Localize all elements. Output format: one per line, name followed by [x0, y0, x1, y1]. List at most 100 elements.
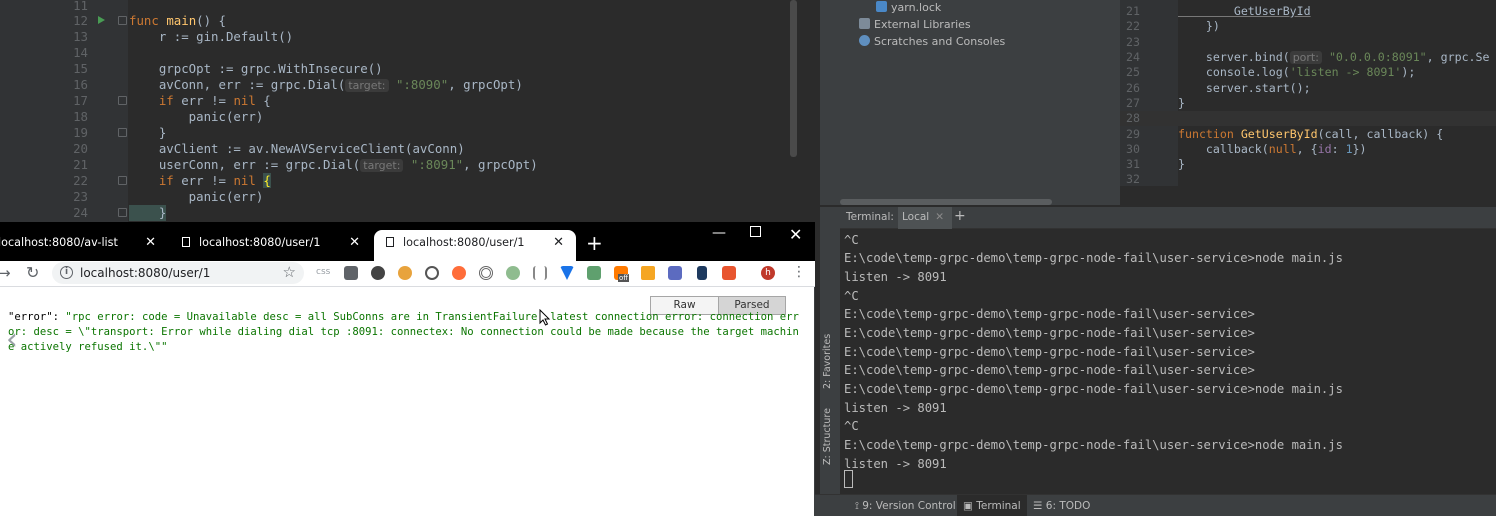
- page-icon: [386, 237, 394, 247]
- terminal-panel[interactable]: Terminal: Local ✕ + ^C E:\code\temp-grpc-…: [820, 207, 1496, 494]
- js-editor[interactable]: 21 GetUserById 22 }) 23 24 server.bind(p…: [1120, 0, 1496, 186]
- tree-item-external-libraries[interactable]: External Libraries: [859, 17, 971, 33]
- terminal-line: E:\code\temp-grpc-demo\temp-grpc-node-fa…: [844, 363, 1255, 377]
- extension-icon[interactable]: [533, 266, 547, 280]
- extension-icon[interactable]: [697, 266, 707, 280]
- fold-icon[interactable]: [118, 208, 127, 217]
- bookmark-star-icon[interactable]: ☆: [283, 263, 296, 281]
- add-terminal-icon[interactable]: +: [954, 208, 966, 224]
- code-line: 16 avConn, err := grpc.Dial(target: ":80…: [73, 77, 523, 92]
- mouse-cursor-icon: [539, 309, 551, 326]
- editor-horizontal-scroll[interactable]: [1120, 186, 1496, 205]
- close-tab-icon[interactable]: ✕: [553, 230, 564, 255]
- go-editor[interactable]: 11 12 func main() { 13 r := gin.Default()…: [0, 0, 815, 222]
- param-hint: target:: [360, 159, 404, 172]
- terminal-line: listen -> 8091: [844, 270, 947, 284]
- close-icon[interactable]: ✕: [935, 211, 944, 223]
- editor-scrollbar[interactable]: [790, 0, 797, 157]
- forward-icon[interactable]: →: [0, 264, 11, 282]
- minimize-icon[interactable]: —: [712, 225, 726, 241]
- vue-extension-icon[interactable]: [560, 266, 574, 280]
- todo-tab[interactable]: ☰ 6: TODO: [1027, 495, 1096, 516]
- terminal-line: listen -> 8091: [844, 401, 947, 415]
- structure-tool-button[interactable]: Z: Structure: [822, 408, 833, 465]
- css-extension-icon[interactable]: css: [316, 267, 330, 277]
- terminal-line: E:\code\temp-grpc-demo\temp-grpc-node-fa…: [844, 345, 1255, 359]
- browser-window[interactable]: localhost:8080/av-list ✕ localhost:8080/u…: [0, 222, 815, 516]
- code-line: 24 server.bind(port: "0.0.0.0:8091", grp…: [1126, 50, 1490, 64]
- code-line: 23: [1126, 35, 1140, 49]
- fold-icon[interactable]: [118, 96, 127, 105]
- code-line: 14: [73, 45, 88, 60]
- back-swipe-chevron-icon: ‹: [6, 322, 18, 357]
- code-line: 20 avClient := av.NewAVServiceClient(avC…: [73, 141, 465, 156]
- extension-icon[interactable]: [452, 266, 466, 280]
- reload-icon[interactable]: ↻: [26, 263, 39, 282]
- json-viewer-page: Raw Parsed "error": "rpc error: code = U…: [0, 288, 810, 516]
- extension-icon[interactable]: [587, 266, 601, 280]
- extension-icon[interactable]: [479, 266, 493, 280]
- terminal-line: listen -> 8091: [844, 457, 947, 471]
- react-extension-icon[interactable]: [425, 266, 439, 280]
- code-line: 15 grpcOpt := grpc.WithInsecure(): [73, 61, 383, 76]
- browser-tab-strip: localhost:8080/av-list ✕ localhost:8080/u…: [0, 222, 815, 261]
- tree-item-scratches[interactable]: Scratches and Consoles: [859, 34, 1005, 50]
- code-line: 23 panic(err): [73, 189, 264, 204]
- extension-icon[interactable]: [506, 266, 520, 280]
- close-window-icon[interactable]: ✕: [789, 225, 802, 244]
- terminal-title: Terminal:: [846, 211, 894, 223]
- terminal-line: E:\code\temp-grpc-demo\temp-grpc-node-fa…: [844, 307, 1255, 321]
- url-text[interactable]: localhost:8080/user/1: [80, 266, 210, 280]
- page-icon: [182, 237, 190, 247]
- fold-icon[interactable]: [118, 16, 127, 25]
- file-icon: [876, 1, 887, 12]
- code-line: 22 }): [1126, 19, 1220, 33]
- version-control-tab[interactable]: ⟟ 9: Version Control: [849, 495, 962, 516]
- project-tree[interactable]: yarn.lock External Libraries Scratches a…: [820, 0, 1120, 205]
- code-line-current: 28: [1120, 111, 1496, 127]
- terminal-tab[interactable]: ▣ Terminal: [957, 495, 1027, 516]
- code-line: 30 callback(null, {id: 1}): [1126, 142, 1367, 156]
- favorites-tool-button[interactable]: 2: Favorites: [822, 334, 833, 389]
- terminal-line: ^C: [844, 289, 859, 303]
- terminal-line: E:\code\temp-grpc-demo\temp-grpc-node-fa…: [844, 438, 1343, 452]
- cookie-extension-icon[interactable]: [398, 266, 412, 280]
- terminal-line: E:\code\temp-grpc-demo\temp-grpc-node-fa…: [844, 251, 1343, 265]
- tree-item-yarn-lock[interactable]: yarn.lock: [876, 0, 941, 16]
- scratches-icon: [859, 35, 870, 46]
- new-tab-icon[interactable]: +: [586, 231, 603, 255]
- extension-icon[interactable]: [722, 266, 736, 280]
- terminal-line: ^C: [844, 233, 859, 247]
- extension-icon[interactable]: [668, 266, 682, 280]
- terminal-header: Terminal: Local ✕ +: [820, 207, 1496, 229]
- code-line: 26 server.start();: [1126, 81, 1311, 95]
- close-tab-icon[interactable]: ✕: [349, 230, 360, 255]
- browser-tab[interactable]: localhost:8080/user/1 ✕: [172, 230, 372, 261]
- terminal-line: E:\code\temp-grpc-demo\temp-grpc-node-fa…: [844, 382, 1343, 396]
- fold-icon[interactable]: [118, 176, 127, 185]
- terminal-tab-local[interactable]: Local ✕: [898, 207, 953, 229]
- json-value: "rpc error: code = Unavailable desc = al…: [8, 311, 799, 353]
- menu-icon[interactable]: ⋮: [792, 264, 806, 280]
- code-line: 32: [1126, 172, 1140, 186]
- extension-icon[interactable]: [371, 266, 385, 280]
- browser-tab-active[interactable]: localhost:8080/user/1 ✕: [374, 230, 576, 261]
- profile-avatar[interactable]: h: [761, 266, 775, 280]
- browser-toolbar: → ↻ i localhost:8080/user/1 ☆ css off h …: [0, 261, 815, 287]
- close-tab-icon[interactable]: ✕: [145, 230, 156, 255]
- rss-extension-icon[interactable]: [641, 266, 655, 280]
- terminal-cursor: [844, 470, 853, 488]
- maximize-icon[interactable]: [750, 226, 761, 237]
- code-line: 21 userConn, err := grpc.Dial(target: ":…: [73, 157, 538, 172]
- tool-window-strip: 2: Favorites Z: Structure: [820, 207, 840, 494]
- browser-tab[interactable]: localhost:8080/av-list ✕: [0, 230, 168, 261]
- info-icon[interactable]: i: [60, 266, 73, 279]
- terminal-line: E:\code\temp-grpc-demo\temp-grpc-node-fa…: [844, 326, 1255, 340]
- code-line: 31}: [1126, 157, 1185, 171]
- extension-icon[interactable]: [344, 266, 358, 280]
- extension-icon[interactable]: off: [614, 266, 630, 282]
- address-bar[interactable]: i localhost:8080/user/1 ☆: [52, 262, 304, 284]
- fold-icon[interactable]: [118, 128, 127, 137]
- tree-scrollbar[interactable]: [840, 199, 1052, 205]
- json-content: "error": "rpc error: code = Unavailable …: [8, 311, 799, 353]
